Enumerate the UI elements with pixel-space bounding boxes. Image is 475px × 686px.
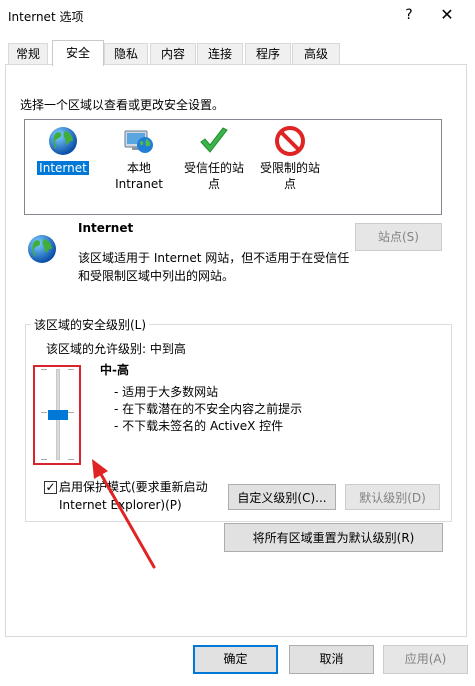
zone-local-intranet-label-line2: Intranet: [115, 177, 163, 191]
zone-local-intranet-label-line1: 本地: [126, 161, 151, 175]
apply-button[interactable]: 应用(A): [383, 645, 468, 674]
zone-internet-label: Internet: [37, 161, 89, 175]
zone-trusted-sites-label-line1: 受信任的站: [183, 161, 244, 175]
zone-restricted-sites-label-line1: 受限制的站: [259, 161, 320, 175]
selected-zone-description: 该区域适用于 Internet 网站，但不适用于在受信任 和受限制区域中列出的网…: [78, 249, 358, 285]
allowed-level-text: 该区域的允许级别: 中到高: [46, 342, 186, 356]
reset-all-zones-button[interactable]: 将所有区域重置为默认级别(R): [224, 523, 443, 552]
tab-programs[interactable]: 程序: [245, 43, 291, 65]
window-title: Internet 选项: [8, 10, 84, 24]
selected-zone-title: Internet: [78, 221, 134, 235]
checkmark-icon: [200, 127, 228, 153]
globe-icon: [28, 235, 56, 263]
selected-zone-description-line1: 该区域适用于 Internet 网站，但不适用于在受信任: [78, 251, 350, 265]
sites-button[interactable]: 站点(S): [355, 223, 442, 251]
tab-privacy[interactable]: 隐私: [104, 43, 148, 65]
tab-connections[interactable]: 连接: [197, 43, 243, 65]
tab-security[interactable]: 安全: [52, 40, 104, 66]
security-level-group-label: 该区域的安全级别(L): [31, 316, 150, 333]
tab-content[interactable]: 内容: [150, 43, 196, 65]
zones-list[interactable]: Internet 本地 Intranet 受信任的站 点 受限制的站 点: [24, 119, 442, 215]
ok-button[interactable]: 确定: [193, 645, 278, 674]
zone-restricted-sites-label-line2: 点: [283, 177, 296, 191]
help-button[interactable]: ?: [398, 4, 420, 26]
local-intranet-icon: [124, 130, 153, 153]
protected-mode-checkbox[interactable]: ✓: [44, 481, 57, 494]
selected-zone-description-line2: 和受限制区域中列出的网站。: [78, 269, 235, 283]
default-level-button[interactable]: 默认级别(D): [345, 484, 440, 510]
zone-trusted-sites-label-line2: 点: [207, 177, 220, 191]
zone-prompt: 选择一个区域以查看或更改安全设置。: [20, 98, 225, 112]
cancel-button[interactable]: 取消: [289, 645, 374, 674]
globe-icon: [49, 127, 77, 155]
security-level-name: 中-高: [100, 363, 129, 377]
close-button[interactable]: ✕: [432, 4, 462, 26]
annotation-arrow-icon: [92, 459, 156, 569]
level-description-item: - 在下载潜在的不安全内容之前提示: [114, 402, 303, 416]
highlight-box: [33, 365, 81, 465]
no-entry-icon: [275, 126, 305, 156]
level-description-item: - 适用于大多数网站: [114, 385, 219, 399]
tab-advanced[interactable]: 高级: [292, 43, 340, 65]
level-description-item: - 不下载未签名的 ActiveX 控件: [114, 419, 284, 433]
custom-level-button[interactable]: 自定义级别(C)...: [228, 484, 336, 510]
tab-general[interactable]: 常规: [8, 43, 48, 65]
